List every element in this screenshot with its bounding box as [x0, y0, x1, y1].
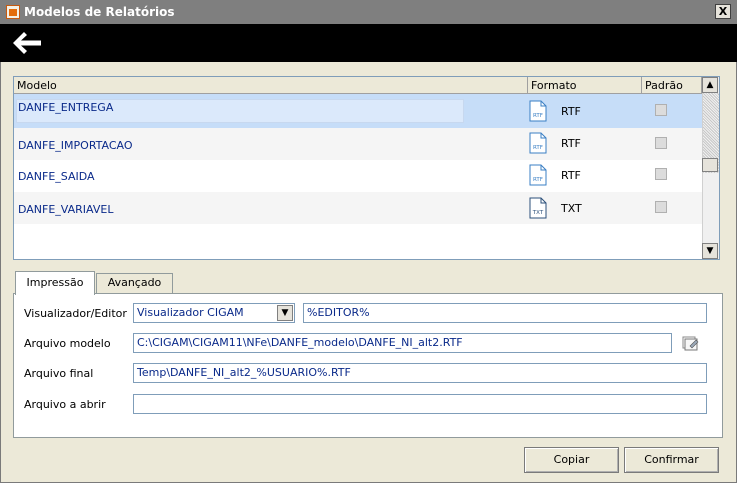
- svg-text:RTF: RTF: [533, 145, 543, 151]
- scrollbar-thumb[interactable]: [702, 158, 718, 172]
- toolbar: [0, 24, 737, 62]
- model-name: DANFE_ENTREGA: [18, 101, 114, 114]
- window-title: Modelos de Relatórios: [24, 5, 175, 19]
- format-label: RTF: [561, 137, 581, 150]
- copy-button[interactable]: Copiar: [524, 447, 619, 473]
- template-label: Arquivo modelo: [24, 337, 111, 350]
- viewer-select[interactable]: Visualizador CIGAM: [133, 303, 295, 323]
- back-button[interactable]: [10, 29, 44, 57]
- default-checkbox[interactable]: [655, 104, 667, 116]
- default-checkbox[interactable]: [655, 137, 667, 149]
- svg-text:TXT: TXT: [532, 210, 544, 216]
- column-header-default[interactable]: Padrão: [642, 77, 702, 94]
- format-label: RTF: [561, 169, 581, 182]
- viewer-field[interactable]: %EDITOR%: [303, 303, 707, 323]
- app-icon: [6, 5, 20, 19]
- column-header-model[interactable]: Modelo: [14, 77, 528, 94]
- tab-avancado[interactable]: Avançado: [96, 273, 173, 293]
- folder-browse-icon[interactable]: [681, 334, 701, 352]
- model-name: DANFE_IMPORTACAO: [18, 139, 133, 152]
- table-row[interactable]: [14, 192, 702, 224]
- final-file-field[interactable]: Temp\DANFE_NI_alt2_%USUARIO%.RTF: [133, 363, 707, 383]
- arrow-down-icon[interactable]: ▼: [702, 243, 718, 259]
- viewer-label: Visualizador/Editor: [24, 307, 127, 320]
- open-file-field[interactable]: [133, 394, 707, 414]
- svg-text:RTF: RTF: [533, 113, 543, 119]
- chevron-down-icon[interactable]: ▼: [277, 305, 293, 321]
- rtf-file-icon: RTF: [529, 132, 547, 154]
- model-name: DANFE_VARIAVEL: [18, 203, 114, 216]
- tab-impressao[interactable]: Impressão: [15, 271, 95, 295]
- txt-file-icon: TXT: [529, 197, 547, 219]
- confirm-button[interactable]: Confirmar: [624, 447, 719, 473]
- final-file-label: Arquivo final: [24, 367, 94, 380]
- svg-text:RTF: RTF: [533, 177, 543, 183]
- arrow-left-icon: [13, 32, 41, 54]
- arrow-up-icon[interactable]: ▲: [702, 77, 718, 93]
- format-label: TXT: [561, 202, 582, 215]
- table-row[interactable]: [14, 160, 702, 192]
- default-checkbox[interactable]: [655, 168, 667, 180]
- model-name: DANFE_SAIDA: [18, 170, 95, 183]
- column-header-format[interactable]: Formato: [528, 77, 642, 94]
- format-label: RTF: [561, 105, 581, 118]
- tab-strip: [174, 269, 723, 293]
- rtf-file-icon: RTF: [529, 164, 547, 186]
- template-file-field[interactable]: C:\CIGAM\CIGAM11\NFe\DANFE_modelo\DANFE_…: [133, 333, 672, 353]
- rtf-file-icon: RTF: [529, 100, 547, 122]
- default-checkbox[interactable]: [655, 201, 667, 213]
- close-button[interactable]: X: [715, 4, 731, 19]
- open-file-label: Arquivo a abrir: [24, 398, 106, 411]
